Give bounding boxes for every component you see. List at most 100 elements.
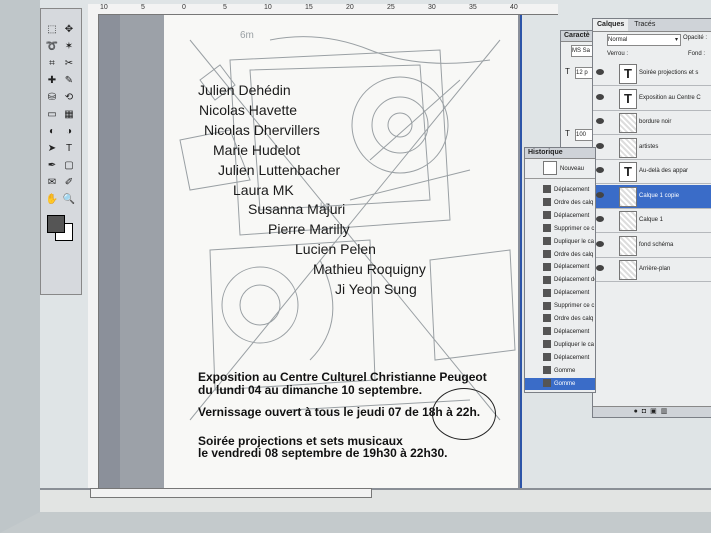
layer-row[interactable]: Calque 1 copie — [593, 184, 711, 209]
history-item[interactable]: Gomme — [525, 365, 595, 377]
layer-name: Arrière-plan — [639, 266, 671, 272]
artist-name: Nicolas Havette — [199, 101, 298, 118]
zoom-icon[interactable]: 🔍 — [62, 193, 76, 207]
history-item[interactable]: Dupliquer le ca — [525, 339, 595, 351]
move-icon — [543, 327, 551, 336]
history-panel-title[interactable]: Historique — [525, 148, 595, 159]
eraser-icon[interactable]: ▭ — [45, 108, 59, 122]
foreground-color-swatch[interactable] — [47, 215, 65, 233]
visibility-eye-icon[interactable] — [596, 167, 604, 173]
slice-icon[interactable]: ✂ — [62, 57, 76, 71]
marquee-icon[interactable]: ⬚ — [45, 23, 59, 37]
history-item[interactable]: Supprimer ce c — [525, 300, 595, 312]
history-item[interactable]: Dupliquer le ca — [525, 236, 595, 248]
lock-label: Verrou : — [607, 51, 629, 57]
visibility-eye-icon[interactable] — [596, 216, 604, 222]
history-item[interactable]: Ordre des calq — [525, 197, 595, 209]
new-layer-icon[interactable]: ▣ — [650, 408, 661, 415]
notes-icon[interactable]: ✉ — [45, 176, 59, 190]
snapshot-thumbnail — [543, 161, 557, 176]
tab-paths[interactable]: Tracés — [630, 19, 659, 31]
layer-name: artistes — [639, 143, 659, 150]
horizontal-ruler[interactable]: 10 5 0 5 10 15 20 25 30 35 40 — [88, 4, 558, 15]
blend-mode-select[interactable]: Normal ▾ — [607, 34, 681, 46]
history-item[interactable]: Déplacement — [525, 352, 595, 364]
path-select-icon[interactable]: ➤ — [45, 142, 59, 156]
tab-layers[interactable]: Calques — [593, 19, 629, 31]
shape-icon[interactable]: ▢ — [62, 159, 76, 173]
history-item-label: Dupliquer le ca — [554, 341, 595, 348]
horizontal-scrollbar[interactable] — [90, 488, 372, 498]
visibility-eye-icon[interactable] — [596, 93, 604, 100]
layer-row[interactable]: fond schéma — [593, 234, 711, 258]
history-item-label: Déplacement — [554, 187, 590, 193]
layers-tabs: Calques Tracés — [593, 19, 711, 32]
visibility-eye-icon[interactable] — [596, 118, 604, 124]
blend-mode-value: Normal — [608, 37, 628, 43]
dodge-icon[interactable]: ◑ — [62, 125, 76, 139]
opacity-label: Opacité : — [683, 35, 708, 41]
ruler-tick-label: 10 — [100, 4, 108, 11]
stamp-icon[interactable]: ⛁ — [45, 91, 59, 105]
history-item-label: Ordre des calq — [554, 251, 594, 258]
visibility-eye-icon[interactable] — [596, 191, 604, 198]
visibility-eye-icon[interactable] — [596, 240, 604, 247]
layer-row[interactable]: T Exposition au Centre C — [593, 87, 711, 111]
layer-row[interactable]: bordure noir — [593, 111, 711, 135]
artist-name: Susanna Majuri — [248, 201, 346, 218]
eraser-icon — [543, 378, 551, 387]
text-layer-icon: T — [619, 64, 637, 84]
history-item[interactable]: Déplacement — [525, 287, 595, 299]
history-item[interactable]: Ordre des calq — [525, 249, 595, 261]
layer-row[interactable]: Arrière-plan — [593, 258, 711, 282]
move-icon[interactable]: ✥ — [62, 23, 76, 37]
layer-row[interactable]: artistes — [593, 136, 711, 160]
eyedropper-icon[interactable]: ✐ — [62, 176, 76, 190]
history-brush-icon[interactable]: ⟲ — [62, 91, 76, 105]
visibility-eye-icon[interactable] — [596, 69, 604, 75]
history-item-label: Déplacement — [554, 328, 590, 335]
history-item-label: Supprimer ce c — [554, 225, 595, 232]
history-item[interactable]: Gomme — [525, 377, 595, 390]
history-item-label: Déplacement de — [554, 277, 595, 284]
layer-row[interactable]: Calque 1 — [593, 209, 711, 233]
history-item[interactable]: Déplacement de — [525, 274, 595, 286]
layer-thumbnail — [619, 113, 637, 133]
text-layer-icon: T — [619, 162, 637, 182]
heal-icon[interactable]: ✚ — [45, 74, 59, 88]
trash-icon[interactable]: ▥ — [661, 408, 672, 415]
history-item[interactable]: Déplacement — [525, 261, 595, 273]
layer-row[interactable]: T Soirée projections et s — [593, 62, 711, 86]
crop-icon[interactable]: ⌗ — [45, 57, 59, 71]
layer-row[interactable]: T Au-delà des appar — [593, 160, 711, 184]
ruler-tick-label: 30 — [428, 4, 436, 11]
history-item[interactable]: Déplacement — [525, 210, 595, 222]
magic-wand-icon[interactable]: ✶ — [62, 40, 76, 54]
history-panel: Historique Nouveau Déplacement Ordre des … — [524, 147, 596, 393]
toolbox: ⬚ ✥ ➰ ✶ ⌗ ✂ ✚ ✎ ⛁ ⟲ ▭ ▦ ◐ ◑ ➤ T ✒ ▢ ✉ ✐ ✋ 🔍 — [40, 8, 82, 295]
move-icon — [543, 262, 551, 271]
gradient-icon[interactable]: ▦ — [62, 108, 76, 122]
font-size-icon: T — [565, 67, 570, 76]
visibility-eye-icon[interactable] — [596, 142, 604, 149]
history-item-label: Ordre des calq — [554, 199, 594, 206]
pen-icon[interactable]: ✒ — [45, 159, 59, 173]
blur-icon[interactable]: ◐ — [45, 125, 59, 139]
hand-icon[interactable]: ✋ — [45, 193, 59, 207]
history-item[interactable]: Déplacement — [525, 184, 595, 196]
artist-name: Nicolas Dhervillers — [204, 121, 320, 138]
type-icon[interactable]: T — [62, 142, 76, 156]
move-icon — [543, 301, 551, 310]
history-item[interactable]: Supprimer ce c — [525, 223, 595, 235]
history-item[interactable]: Ordre des calq — [525, 313, 595, 325]
lasso-icon[interactable]: ➰ — [45, 40, 59, 54]
link-icon[interactable]: ● — [634, 408, 642, 415]
history-item[interactable]: Déplacement — [525, 326, 595, 338]
visibility-eye-icon[interactable] — [596, 265, 604, 271]
dates-line: du lundi 04 au dimanche 10 septembre. — [198, 383, 423, 397]
history-snapshot[interactable]: Nouveau — [525, 160, 595, 179]
brush-icon[interactable]: ✎ — [62, 74, 76, 88]
layer-thumbnail — [619, 235, 637, 256]
mask-icon[interactable]: ◘ — [642, 408, 650, 415]
vertical-ruler[interactable] — [88, 14, 99, 488]
